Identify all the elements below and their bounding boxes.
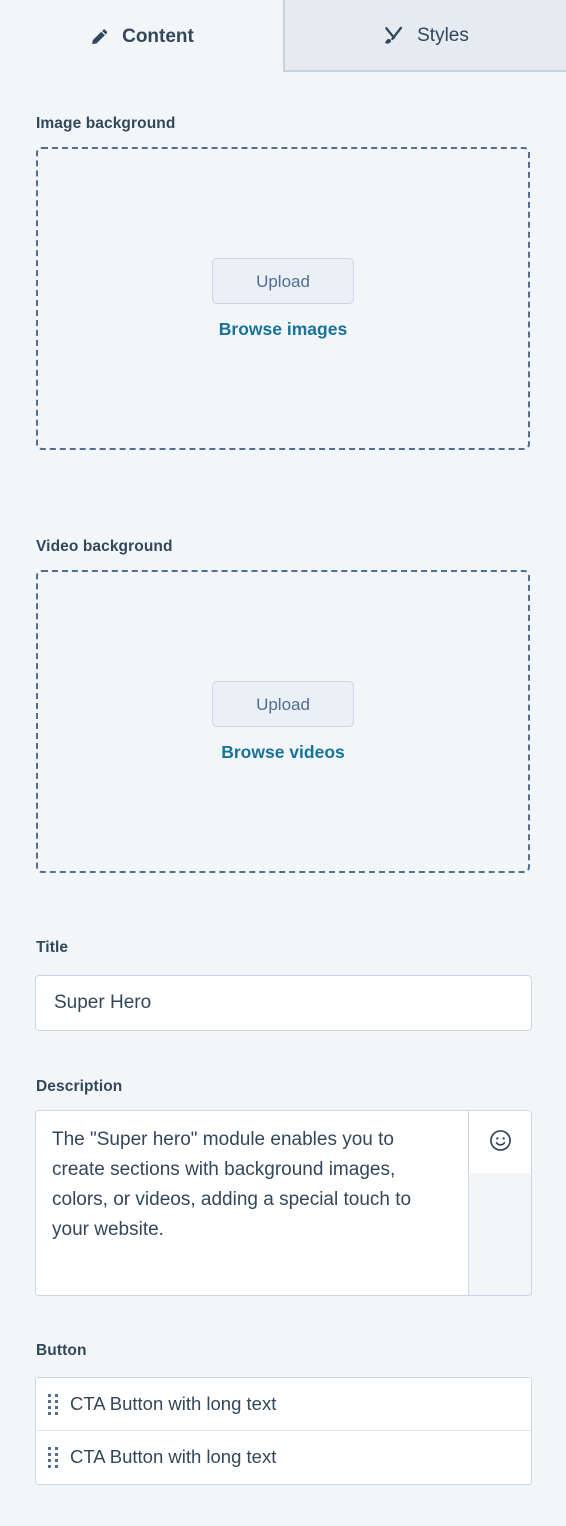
button-repeater-list: CTA Button with long text CTA Button wit… [35, 1377, 532, 1485]
tab-content-label: Content [122, 25, 194, 47]
smiley-face-icon [488, 1128, 513, 1156]
list-item-label: CTA Button with long text [70, 1392, 277, 1414]
button-label: Button [36, 1342, 87, 1359]
grip-dots [48, 1393, 58, 1415]
browse-images-link[interactable]: Browse images [219, 321, 347, 339]
title-label: Title [36, 939, 69, 956]
description-field-wrapper [35, 1110, 532, 1296]
video-background-dropzone[interactable]: Upload Browse videos [36, 570, 530, 873]
list-item[interactable]: CTA Button with long text [36, 1431, 531, 1484]
title-input[interactable] [35, 975, 532, 1031]
emoji-picker-button[interactable] [469, 1111, 531, 1173]
list-item-label: CTA Button with long text [70, 1446, 277, 1468]
image-background-dropzone[interactable]: Upload Browse images [36, 147, 530, 450]
description-label: Description [36, 1078, 123, 1095]
list-item[interactable]: CTA Button with long text [36, 1378, 531, 1431]
tab-bar: Content Styles [0, 0, 566, 72]
drag-handle-icon[interactable] [36, 1393, 70, 1415]
paintbrush-pen-icon [382, 24, 405, 47]
tab-styles[interactable]: Styles [283, 0, 566, 72]
emoji-column [469, 1111, 531, 1295]
image-background-label: Image background [36, 115, 176, 132]
image-upload-button[interactable]: Upload [212, 258, 354, 305]
description-textarea[interactable] [36, 1111, 469, 1295]
tab-styles-label: Styles [417, 24, 469, 46]
grip-dots [48, 1447, 58, 1468]
browse-videos-link[interactable]: Browse videos [221, 744, 345, 762]
drag-handle-icon[interactable] [36, 1447, 70, 1468]
tab-content[interactable]: Content [0, 0, 283, 72]
video-upload-button[interactable]: Upload [212, 681, 354, 728]
pencil-icon [89, 26, 110, 47]
video-background-label: Video background [36, 538, 173, 555]
